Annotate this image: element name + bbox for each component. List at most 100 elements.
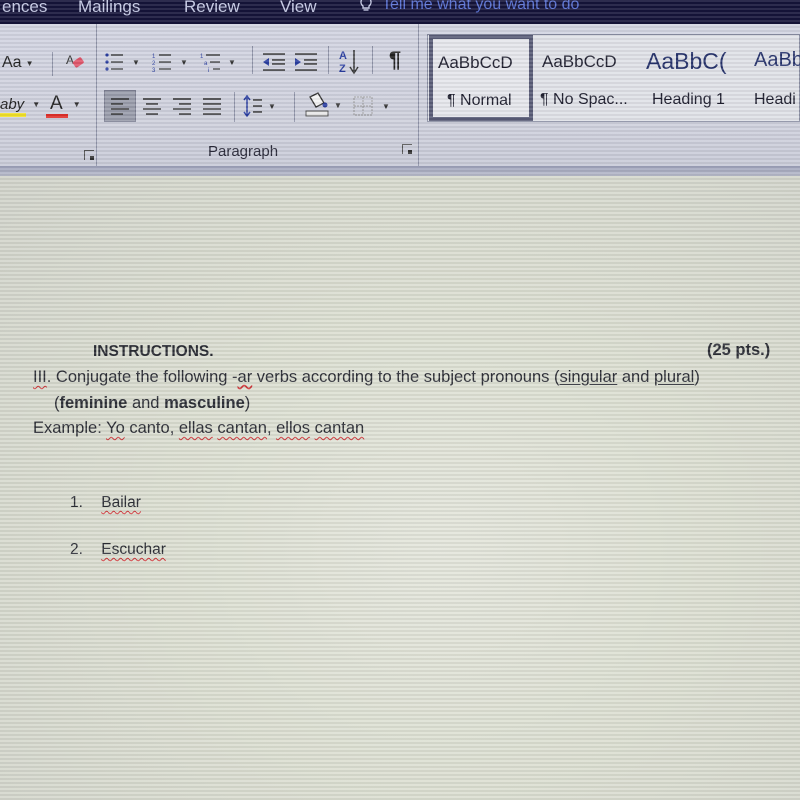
clear-formatting-button[interactable]: A xyxy=(62,48,90,76)
paragraph-group-label: Paragraph xyxy=(208,143,279,160)
chevron-down-icon: ▼ xyxy=(334,100,342,110)
ribbon-tab-bar: ences Mailings Review View Tell me what … xyxy=(0,0,800,24)
group-separator xyxy=(418,24,419,166)
multilevel-list-button[interactable]: 1 a i ▼ xyxy=(200,50,236,74)
pilcrow-icon: ¶ xyxy=(388,47,402,72)
tab-mailings[interactable]: Mailings xyxy=(78,0,140,17)
chevron-down-icon: ▼ xyxy=(132,57,140,67)
align-right-icon xyxy=(173,98,191,115)
numbering-button[interactable]: 1 2 3 ▼ xyxy=(152,50,188,74)
example-label: Example: xyxy=(33,419,107,437)
tab-references[interactable]: ences xyxy=(2,0,47,17)
line-spacing-button[interactable]: ▼ xyxy=(242,92,276,120)
verb-escuchar: Escuchar xyxy=(101,541,166,558)
plural-word: plural xyxy=(653,368,695,386)
ribbon-border xyxy=(0,166,800,176)
sort-button[interactable]: A Z xyxy=(336,46,362,76)
svg-text:A: A xyxy=(66,53,74,67)
group-separator xyxy=(96,24,97,166)
separator xyxy=(234,92,235,122)
tell-me-search[interactable]: Tell me what you want to do xyxy=(360,0,579,14)
change-case-button[interactable]: Aa ▼ xyxy=(2,52,34,74)
highlight-color-bar xyxy=(0,112,26,117)
chevron-down-icon: ▼ xyxy=(382,101,390,111)
chevron-down-icon: ▼ xyxy=(72,99,81,109)
bullets-button[interactable]: ▼ xyxy=(104,50,140,74)
verb-bailar: Bailar xyxy=(101,494,141,511)
line-spacing-icon xyxy=(243,94,262,118)
style-no-spacing[interactable]: AaBbCcD ¶ No Spac... xyxy=(536,35,638,121)
lightbulb-icon xyxy=(360,0,372,12)
svg-text:A: A xyxy=(339,50,347,62)
style-name: ¶ No Spac... xyxy=(540,91,628,108)
svg-text:2: 2 xyxy=(152,61,156,67)
eraser-icon: A xyxy=(66,53,84,68)
sort-icon: A Z xyxy=(339,50,359,75)
instruction-line-1: III. Conjugate the following -ar verbs a… xyxy=(33,368,700,386)
svg-text:Z: Z xyxy=(339,63,346,75)
align-left-button[interactable] xyxy=(104,90,136,122)
instructions-heading: INSTRUCTIONS. xyxy=(93,343,214,360)
example-line: Example: Yo canto, ellas cantan, ellos c… xyxy=(33,419,365,437)
style-normal[interactable]: AaBbCcD ¶ Normal xyxy=(429,35,533,121)
document-page[interactable]: INSTRUCTIONS. (25 pts.) III. Conjugate t… xyxy=(0,176,800,800)
style-heading-1[interactable]: AaBbC( Heading 1 xyxy=(642,35,746,121)
justify-icon xyxy=(203,98,221,115)
align-right-button[interactable] xyxy=(168,92,196,120)
borders-button[interactable]: ▼ xyxy=(352,92,390,120)
ar-suffix: ar xyxy=(237,368,253,386)
justify-button[interactable] xyxy=(198,92,226,120)
font-dialog-launcher[interactable] xyxy=(84,150,94,160)
singular-word: singular xyxy=(559,368,618,386)
style-preview: AaBbC( xyxy=(646,48,727,74)
masculine-word: masculine xyxy=(164,394,245,412)
separator xyxy=(294,92,295,122)
feminine-word: feminine xyxy=(59,394,128,412)
svg-text:3: 3 xyxy=(152,68,156,73)
borders-icon xyxy=(353,96,373,116)
show-hide-button[interactable]: ¶ xyxy=(384,46,406,74)
tab-view[interactable]: View xyxy=(280,0,317,17)
style-preview: AaBbCcD xyxy=(542,52,617,71)
style-name: ¶ Normal xyxy=(447,92,512,109)
chevron-down-icon: ▼ xyxy=(228,57,236,67)
center-button[interactable] xyxy=(138,92,166,120)
chevron-down-icon: ▼ xyxy=(268,101,276,111)
svg-text:a: a xyxy=(204,61,208,67)
bullet-list-icon xyxy=(105,53,123,71)
style-preview: AaBb xyxy=(754,49,800,71)
paragraph-dialog-launcher[interactable] xyxy=(402,144,412,154)
numbered-list-icon: 1 2 3 xyxy=(152,54,171,73)
font-color-bar xyxy=(46,114,68,118)
chevron-down-icon: ▼ xyxy=(180,57,188,67)
chevron-down-icon: ▼ xyxy=(32,99,41,109)
decrease-indent-icon xyxy=(263,53,285,71)
font-color-button[interactable]: A ▼ xyxy=(46,90,81,118)
svg-text:i: i xyxy=(208,68,209,73)
font-color-icon: A xyxy=(46,93,68,118)
highlighter-icon: aby xyxy=(0,96,26,117)
tell-me-placeholder: Tell me what you want to do xyxy=(382,0,580,13)
svg-text:1: 1 xyxy=(200,54,204,60)
tab-review[interactable]: Review xyxy=(184,0,240,17)
increase-indent-icon xyxy=(295,53,317,71)
align-left-icon xyxy=(111,98,129,115)
svg-text:1: 1 xyxy=(152,54,156,60)
list-number: 1. xyxy=(70,494,83,511)
instruction-line-2: (feminine and masculine) xyxy=(54,394,251,412)
multilevel-list-icon: 1 a i xyxy=(200,54,220,73)
style-name: Heading 1 xyxy=(652,91,725,108)
separator xyxy=(328,46,329,74)
style-preview: AaBbCcD xyxy=(438,53,513,72)
align-center-icon xyxy=(143,98,161,115)
separator xyxy=(372,46,373,74)
style-heading-2[interactable]: AaBb Headi xyxy=(750,35,800,121)
decrease-indent-button[interactable] xyxy=(260,50,288,74)
text-highlight-button[interactable]: aby ▼ xyxy=(0,90,40,118)
separator xyxy=(52,52,53,76)
shading-button[interactable]: ▼ xyxy=(304,90,342,120)
change-case-label: Aa xyxy=(2,54,22,71)
increase-indent-button[interactable] xyxy=(292,50,320,74)
separator xyxy=(252,46,253,74)
list-item: 1. Bailar xyxy=(70,494,141,512)
